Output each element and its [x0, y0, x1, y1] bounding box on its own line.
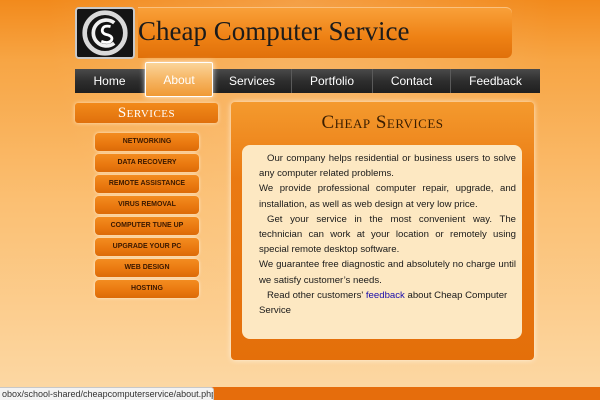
content-paragraph-4: We guarantee free diagnostic and absolut…: [259, 259, 516, 286]
sidebar-item-hosting[interactable]: HOSTING: [95, 280, 199, 298]
site-title[interactable]: Cheap Computer Service: [138, 14, 438, 48]
content-box: Our company helps residential or busines…: [242, 145, 522, 339]
sidebar-item-upgrade-your-pc[interactable]: UPGRADE YOUR PC: [95, 238, 199, 256]
nav-home[interactable]: Home: [75, 69, 145, 93]
sidebar-menu: NETWORKING DATA RECOVERY REMOTE ASSISTAN…: [95, 133, 199, 301]
main-title: Cheap Services: [321, 112, 444, 133]
site-logo[interactable]: [75, 7, 135, 59]
nav-contact[interactable]: Contact: [373, 69, 451, 93]
browser-status-bar: obox/school-shared/cheapcomputerservice/…: [0, 387, 214, 400]
feedback-link[interactable]: feedback: [366, 290, 405, 301]
sidebar-item-virus-removal[interactable]: VIRUS REMOVAL: [95, 196, 199, 214]
content-paragraph-2: We provide professional computer repair,…: [259, 183, 516, 210]
feedback-text-before: Read other customers': [267, 289, 364, 301]
sidebar-item-computer-tune-up[interactable]: COMPUTER TUNE UP: [95, 217, 199, 235]
sidebar-title: Services: [75, 103, 218, 123]
sidebar-item-remote-assistance[interactable]: REMOTE ASSISTANCE: [95, 175, 199, 193]
nav-feedback[interactable]: Feedback: [451, 69, 540, 93]
sidebar-item-networking[interactable]: NETWORKING: [95, 133, 199, 151]
nav-services[interactable]: Services: [213, 69, 292, 93]
main-nav: Home About Services Portfolio Contact Fe…: [75, 62, 540, 97]
nav-about[interactable]: About: [145, 62, 213, 97]
sidebar-item-web-design[interactable]: WEB DESIGN: [95, 259, 199, 277]
content-paragraph-5: Read other customers' feedback about Che…: [259, 288, 516, 318]
content-paragraph-3: Get your service in the most convenient …: [259, 213, 516, 256]
content-paragraph-1: Our company helps residential or busines…: [259, 153, 516, 180]
nav-portfolio[interactable]: Portfolio: [292, 69, 373, 93]
sidebar-item-data-recovery[interactable]: DATA RECOVERY: [95, 154, 199, 172]
cs-logo-icon: [77, 9, 133, 57]
